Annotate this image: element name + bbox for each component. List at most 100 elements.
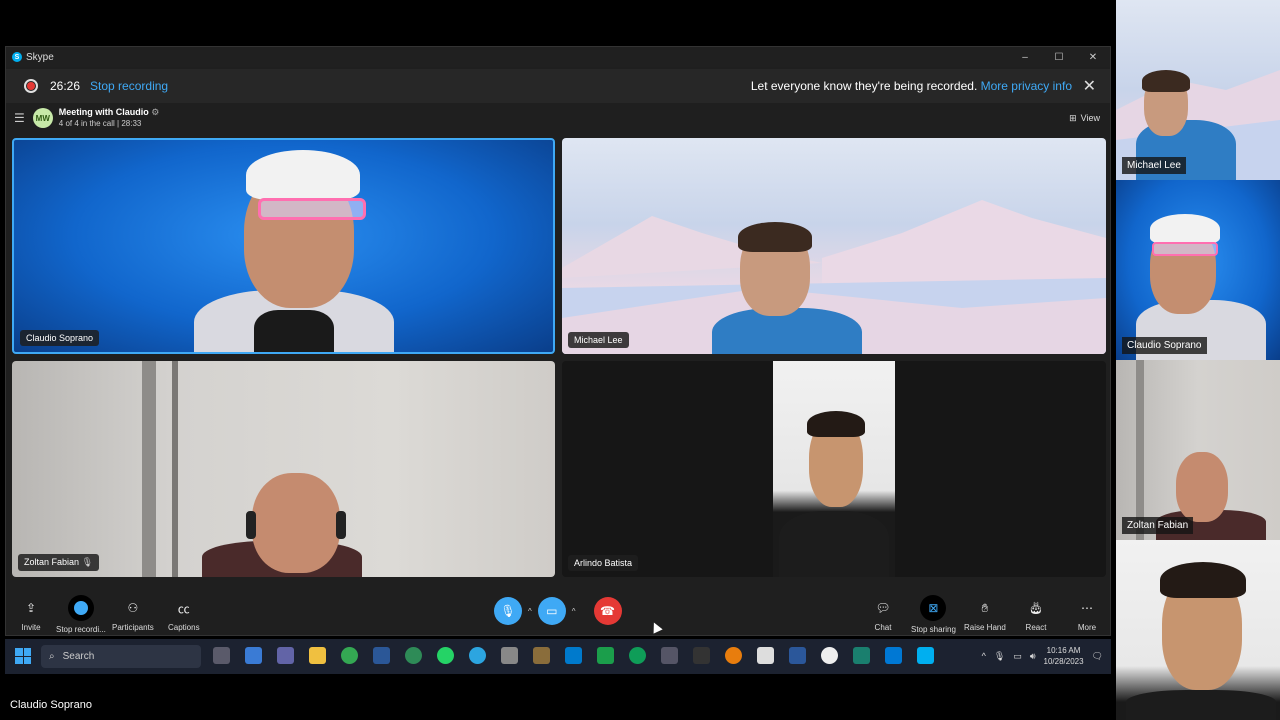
file-explorer-icon[interactable] <box>309 647 326 664</box>
sidebar-name-tag: Zoltan Fabian <box>1122 517 1194 534</box>
microphone-icon: 🎙︎ <box>500 604 516 618</box>
stop-sharing-icon: ⊠ <box>920 595 947 621</box>
screen-share-area: S Skype – ☐ ✕ 26:26 Stop recording Let e… <box>0 0 1116 720</box>
vscode-icon[interactable] <box>565 647 582 664</box>
active-speaker-caption: Claudio Soprano <box>10 699 92 711</box>
camera-button[interactable]: ▭ <box>537 597 566 625</box>
window-titlebar: S Skype – ☐ ✕ <box>6 47 1110 67</box>
app-icon[interactable] <box>405 647 422 664</box>
taskbar-clock[interactable]: 10:16 AM 10/28/2023 <box>1044 645 1084 667</box>
meeting-avatar: MW <box>32 108 53 128</box>
menu-icon[interactable]: ☰ <box>14 111 25 125</box>
raise-hand-button[interactable]: ✋︎ Raise Hand <box>964 597 1006 633</box>
captions-button[interactable]: ㏄ Captions <box>168 597 200 633</box>
invite-button[interactable]: ⇪ Invite <box>20 597 42 632</box>
system-tray: ^ 🎙︎ ▭ 🔊︎ 10:16 AM 10/28/2023 🗨︎ <box>982 645 1103 667</box>
settings-icon[interactable]: ⚙ <box>151 107 159 117</box>
maximize-button[interactable]: ☐ <box>1042 47 1076 67</box>
privacy-info-link[interactable]: More privacy info <box>981 79 1072 93</box>
react-icon: 🎂︎ <box>1028 601 1044 615</box>
skype-logo-icon: S <box>12 52 22 62</box>
windows-start-icon[interactable] <box>15 648 31 664</box>
app-icon[interactable] <box>533 647 550 664</box>
more-icon: ⋯ <box>1081 601 1093 615</box>
muted-icon: 🎙︎ <box>81 557 93 567</box>
grid-icon: ⊞ <box>1069 112 1077 123</box>
meeting-subtitle: 4 of 4 in the call | 28:33 <box>58 119 142 128</box>
sidebar-video-zoltan[interactable]: Zoltan Fabian <box>1116 360 1280 540</box>
app-icon[interactable] <box>373 647 390 664</box>
participants-icon: ⚇ <box>127 601 139 615</box>
outlook-icon[interactable] <box>885 647 902 664</box>
teams-icon[interactable] <box>245 647 262 664</box>
search-icon: ⌕ <box>49 651 55 662</box>
telegram-icon[interactable] <box>469 647 486 664</box>
more-button[interactable]: ⋯ More <box>1076 597 1098 632</box>
app-icon[interactable] <box>661 647 678 664</box>
network-icon[interactable]: ▭ <box>1013 651 1022 662</box>
notification-icon[interactable]: 🗨︎ <box>1092 651 1103 662</box>
app-icon[interactable] <box>853 647 870 664</box>
skype-window: S Skype – ☐ ✕ 26:26 Stop recording Let e… <box>5 46 1111 636</box>
chat-button[interactable]: 💬︎ Chat <box>872 597 894 632</box>
recording-notice-text: Let everyone know they're being recorded… <box>750 79 978 93</box>
sidebar-video-claudio[interactable]: Claudio Soprano <box>1116 180 1280 360</box>
video-tile-arlindo[interactable]: Arlindo Batista <box>562 361 1106 577</box>
participant-name-tag: Claudio Soprano <box>20 330 100 346</box>
video-tile-michael[interactable]: Michael Lee <box>562 138 1106 354</box>
media-controls: 🎙︎ ^ ▭ ^ ☎ <box>494 597 622 625</box>
app-icon[interactable] <box>789 647 806 664</box>
call-controls: ⇪ Invite Stop recordi... ⚇ Participants … <box>6 585 1110 635</box>
participant-strip: Michael Lee Claudio Soprano Zoltan Fabia… <box>1116 0 1280 720</box>
camera-icon: ▭ <box>546 604 558 618</box>
microphone-button[interactable]: 🎙︎ <box>494 597 522 625</box>
windows-taskbar: ⌕ Search ^ 🎙︎ ▭ 🔊︎ 10:16 AM 10/28/2023 🗨… <box>5 639 1111 674</box>
taskbar-search-input[interactable]: ⌕ Search <box>41 645 201 668</box>
meeting-title[interactable]: Meeting with Claudio ⚙ <box>59 107 160 118</box>
chrome-icon[interactable] <box>341 647 358 664</box>
chevron-up-icon[interactable]: ^ <box>982 651 986 661</box>
stop-recording-button[interactable]: Stop recordi... <box>56 595 106 634</box>
volume-icon[interactable]: 🔊︎ <box>1030 651 1036 662</box>
captions-icon: ㏄ <box>177 601 190 616</box>
edge-icon[interactable] <box>629 647 646 664</box>
terminal-icon[interactable] <box>693 647 710 664</box>
hand-icon: ✋︎ <box>981 600 989 615</box>
close-window-button[interactable]: ✕ <box>1076 47 1110 67</box>
mic-options-chevron-icon[interactable]: ^ <box>528 607 532 616</box>
recording-bar: 26:26 Stop recording Let everyone know t… <box>6 69 1110 103</box>
participant-name-tag: Arlindo Batista <box>568 555 639 571</box>
participant-name-tag: Zoltan Fabian 🎙︎ <box>18 554 99 571</box>
skype-taskbar-icon[interactable] <box>917 647 934 664</box>
camera-options-chevron-icon[interactable]: ^ <box>572 607 576 616</box>
end-call-button[interactable]: ☎ <box>593 597 622 625</box>
stop-recording-link[interactable]: Stop recording <box>90 79 168 93</box>
participants-button[interactable]: ⚇ Participants <box>112 597 154 632</box>
meeting-header: ☰ MW Meeting with Claudio ⚙ 4 of 4 in th… <box>6 104 1110 132</box>
app-icon[interactable] <box>597 647 614 664</box>
sidebar-name-tag: Michael Lee <box>1122 157 1186 174</box>
recording-time: 26:26 <box>50 79 81 93</box>
participant-name-tag: Michael Lee <box>568 332 629 348</box>
sidebar-name-tag: Claudio Soprano <box>1122 337 1207 354</box>
view-button[interactable]: ⊞ View <box>1069 113 1100 124</box>
video-tile-zoltan[interactable]: Zoltan Fabian 🎙︎ <box>12 361 555 577</box>
microphone-tray-icon[interactable]: 🎙︎ <box>994 651 1005 662</box>
hang-up-icon: ☎ <box>600 604 615 618</box>
notepad-icon[interactable] <box>757 647 774 664</box>
minimize-button[interactable]: – <box>1008 47 1042 67</box>
close-notice-icon[interactable]: ✕ <box>1083 76 1096 96</box>
video-tile-claudio[interactable]: Claudio Soprano <box>12 138 555 354</box>
whatsapp-icon[interactable] <box>437 647 454 664</box>
sidebar-video-arlindo[interactable] <box>1116 540 1280 720</box>
meet-icon[interactable] <box>277 647 294 664</box>
stop-sharing-button[interactable]: ⊠ Stop sharing <box>911 595 956 634</box>
blender-icon[interactable] <box>725 647 742 664</box>
task-view-icon[interactable] <box>213 647 230 664</box>
share-icon: ⇪ <box>25 601 37 615</box>
app-icon[interactable] <box>501 647 518 664</box>
sidebar-video-michael[interactable]: Michael Lee <box>1116 0 1280 180</box>
app-icon[interactable] <box>821 647 838 664</box>
participant-video <box>773 361 895 577</box>
react-button[interactable]: 🎂︎ React <box>1025 597 1047 632</box>
